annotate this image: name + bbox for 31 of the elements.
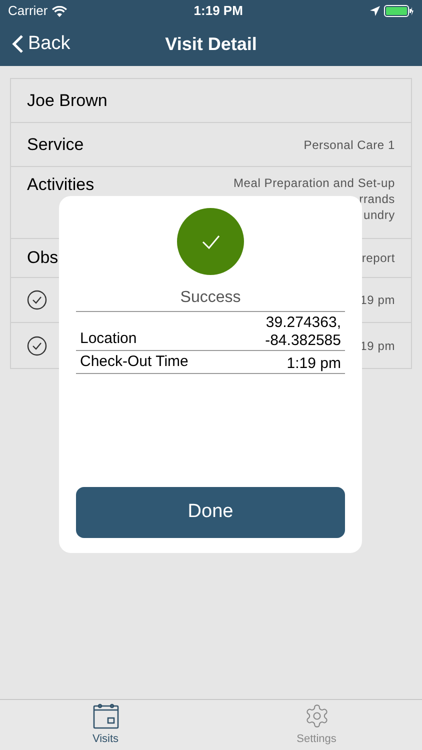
tab-item[interactable]: Visits [0, 700, 211, 750]
location-arrow-icon [370, 6, 380, 16]
battery-icon [384, 5, 414, 17]
row-label: Activities [27, 175, 94, 195]
settings-icon [304, 702, 330, 729]
row-label: Obs [27, 248, 58, 268]
checkmark-circle-icon [27, 290, 47, 310]
calendar-icon [92, 702, 118, 729]
chevron-left-icon [12, 34, 24, 54]
row-label: Joe Brown [27, 90, 108, 110]
row-value: undry [363, 207, 395, 223]
row-value: 19 pm [360, 292, 395, 308]
success-check-icon [177, 208, 244, 275]
checkmark-circle-icon [27, 336, 47, 356]
field-label: Check-Out Time [80, 353, 188, 371]
row-value: Meal Preparation and Set-up [233, 175, 395, 191]
screen-title: Visit Detail [165, 32, 257, 56]
status-time: 1:19 PM [194, 2, 243, 20]
back-button[interactable]: Back [12, 30, 70, 58]
field-value: 39.274363, -84.382585 [265, 314, 341, 350]
row-value: Personal Care 1 [304, 136, 395, 152]
wifi-icon [52, 6, 67, 16]
row-label: Service [27, 134, 84, 154]
carrier-label: Carrier [8, 2, 48, 20]
dialog-title: Success [180, 289, 241, 307]
row-value: rrands [359, 191, 395, 207]
row-value: report [362, 250, 395, 266]
done-button[interactable]: Done [76, 487, 345, 538]
field-value: 1:19 pm [286, 355, 341, 373]
field-label: Location [80, 330, 137, 348]
row-value: 19 pm [360, 338, 395, 354]
